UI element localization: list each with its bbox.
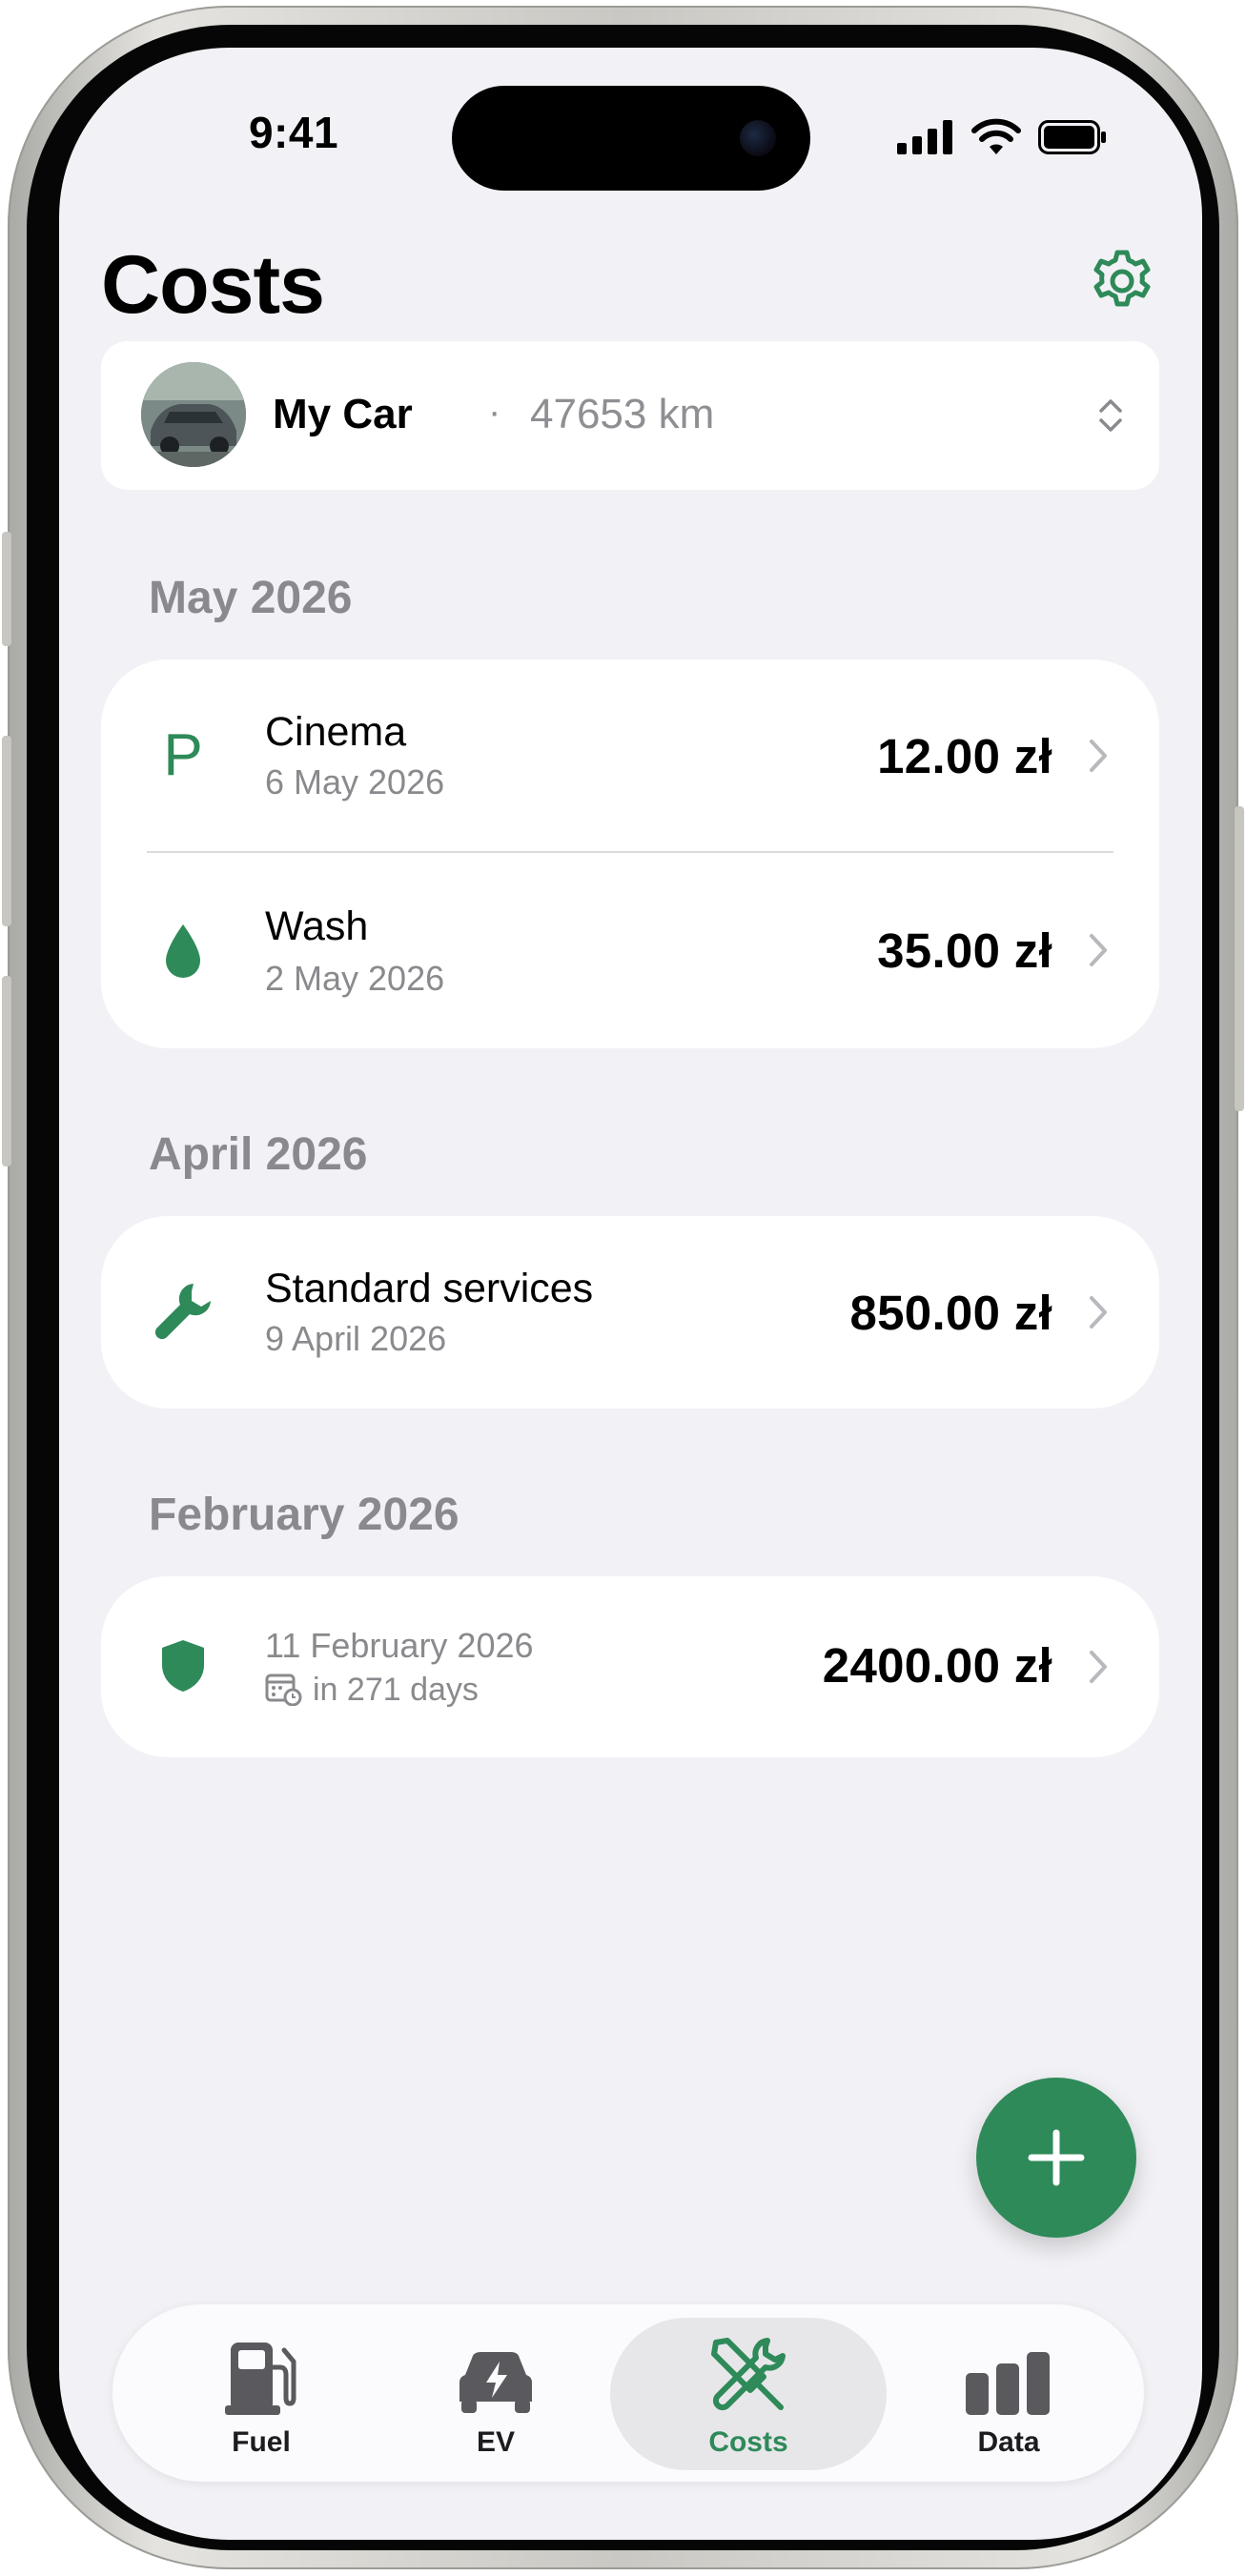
settings-button[interactable] xyxy=(1089,248,1155,314)
cost-date: 2 May 2026 xyxy=(265,959,445,998)
section-header-april-2026: April 2026 xyxy=(149,1129,368,1180)
fuel-pump-icon xyxy=(147,2333,376,2415)
cost-row-cinema[interactable]: P Cinema 6 May 2026 12.00 zł xyxy=(101,659,1159,852)
tab-costs[interactable]: Costs xyxy=(610,2304,887,2482)
tools-icon xyxy=(610,2333,887,2415)
section-header-may-2026: May 2026 xyxy=(149,573,353,623)
cost-row-standard-services[interactable]: Standard services 9 April 2026 850.00 zł xyxy=(101,1216,1159,1409)
cost-name: Cinema xyxy=(265,709,407,755)
reminder-text: in 271 days xyxy=(313,1672,479,1708)
tab-ev[interactable]: EV xyxy=(381,2304,610,2482)
wifi-icon xyxy=(971,118,1021,154)
screen: 9:41 Costs My Car · 47653 km May 2026 P … xyxy=(59,48,1202,2540)
row-divider xyxy=(147,851,1113,853)
car-selector[interactable]: My Car · 47653 km xyxy=(101,341,1159,490)
volume-up-button xyxy=(2,736,11,926)
action-button xyxy=(2,532,11,646)
tab-label: Data xyxy=(977,2426,1040,2458)
battery-icon xyxy=(1038,120,1106,154)
cost-name: Wash xyxy=(265,903,369,949)
tab-label: Costs xyxy=(708,2426,788,2458)
status-time: 9:41 xyxy=(248,108,339,157)
section-header-february-2026: February 2026 xyxy=(149,1490,460,1540)
cost-group-february-2026: 11 February 2026 in 271 days 2400.00 zł xyxy=(101,1576,1159,1757)
front-camera xyxy=(740,120,776,156)
water-drop-icon xyxy=(149,917,217,985)
cost-date: 9 April 2026 xyxy=(265,1319,447,1358)
status-icons xyxy=(897,118,1107,154)
car-name: My Car xyxy=(273,391,413,437)
ev-car-icon xyxy=(381,2333,610,2415)
volume-down-button xyxy=(2,976,11,1166)
tab-label: EV xyxy=(476,2426,516,2458)
cost-amount: 12.00 zł xyxy=(877,729,1052,783)
page-title: Costs xyxy=(101,239,325,331)
calendar-clock-icon xyxy=(265,1672,303,1711)
cost-row-insurance[interactable]: 11 February 2026 in 271 days 2400.00 zł xyxy=(101,1576,1159,1757)
cost-row-wash[interactable]: Wash 2 May 2026 35.00 zł xyxy=(101,854,1159,1048)
car-avatar xyxy=(141,362,246,467)
wrench-icon xyxy=(149,1277,217,1346)
chevron-right-icon xyxy=(1090,934,1107,966)
cost-date: 11 February 2026 xyxy=(265,1626,534,1665)
gear-icon xyxy=(1093,250,1151,307)
parking-icon: P xyxy=(163,721,203,788)
cost-group-may-2026: P Cinema 6 May 2026 12.00 zł Wash 2 May … xyxy=(101,659,1159,1048)
chevron-right-icon xyxy=(1090,740,1107,772)
tab-fuel[interactable]: Fuel xyxy=(147,2304,376,2482)
cellular-signal-icon xyxy=(897,120,952,154)
plus-icon xyxy=(1028,2129,1085,2186)
car-mileage: 47653 km xyxy=(530,391,715,437)
cost-date: 6 May 2026 xyxy=(265,762,445,801)
power-button xyxy=(1235,806,1244,1111)
bar-chart-icon xyxy=(894,2333,1123,2415)
shield-icon xyxy=(149,1632,217,1700)
tab-bar: Fuel EV Costs Data xyxy=(112,2304,1144,2482)
tab-data[interactable]: Data xyxy=(894,2304,1123,2482)
cost-group-april-2026: Standard services 9 April 2026 850.00 zł xyxy=(101,1216,1159,1409)
chevron-right-icon xyxy=(1090,1651,1107,1683)
cost-amount: 35.00 zł xyxy=(877,923,1052,978)
cost-amount: 850.00 zł xyxy=(849,1286,1052,1340)
cost-name: Standard services xyxy=(265,1266,594,1311)
separator-dot: · xyxy=(488,391,501,433)
tab-label: Fuel xyxy=(232,2426,291,2458)
chevron-up-down-icon xyxy=(1099,399,1122,432)
dynamic-island xyxy=(452,86,810,191)
cost-amount: 2400.00 zł xyxy=(822,1638,1052,1693)
add-cost-button[interactable] xyxy=(976,2078,1136,2238)
chevron-right-icon xyxy=(1090,1296,1107,1329)
phone-frame: 9:41 Costs My Car · 47653 km May 2026 P … xyxy=(2,6,1244,2569)
